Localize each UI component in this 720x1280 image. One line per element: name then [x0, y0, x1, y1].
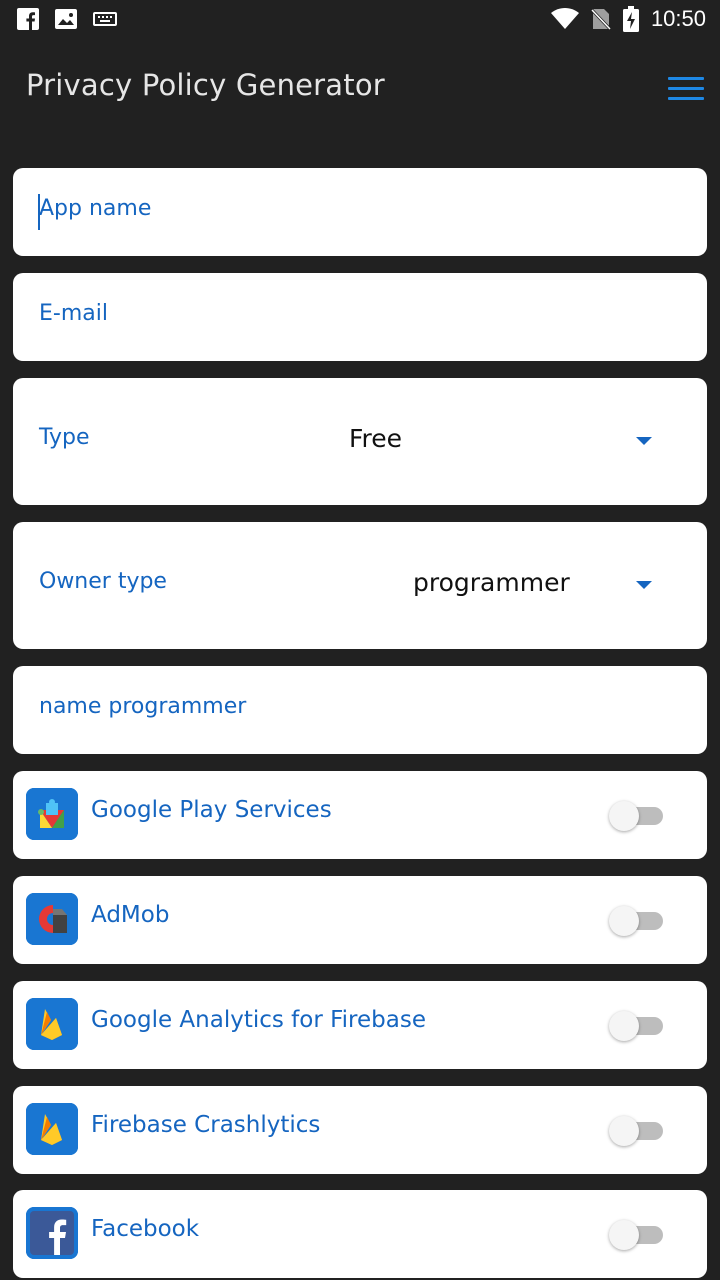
service-row-admob: AdMob [13, 876, 707, 964]
service-label: AdMob [91, 902, 170, 928]
owner-type-label: Owner type [39, 569, 167, 594]
hamburger-menu-icon[interactable] [668, 75, 704, 103]
name-programmer-field[interactable]: name programmer [13, 666, 707, 754]
toggle-switch[interactable] [609, 798, 665, 832]
service-row-google-play-services: Google Play Services [13, 771, 707, 859]
service-label: Google Analytics for Firebase [91, 1007, 426, 1033]
service-label: Facebook [91, 1216, 200, 1242]
toggle-switch[interactable] [609, 903, 665, 937]
google-play-services-icon [26, 788, 78, 840]
email-field[interactable]: E-mail [13, 273, 707, 361]
status-bar: 10:50 [0, 0, 720, 40]
keyboard-icon [93, 11, 117, 27]
wifi-icon [550, 8, 579, 30]
clock-time: 10:50 [650, 6, 706, 31]
owner-type-dropdown-card: Owner type programmer [13, 522, 707, 649]
email-placeholder: E-mail [39, 301, 108, 326]
no-sim-icon [590, 7, 611, 31]
toggle-switch[interactable] [609, 1217, 665, 1251]
service-row-firebase-crashlytics: Firebase Crashlytics [13, 1086, 707, 1174]
image-icon [55, 9, 77, 29]
firebase-icon [26, 998, 78, 1050]
type-select[interactable]: Free [349, 424, 402, 453]
facebook-icon [26, 1207, 78, 1259]
toggle-switch[interactable] [609, 1008, 665, 1042]
battery-charging-icon [622, 6, 639, 32]
app-name-field[interactable]: App name [13, 168, 707, 256]
toggle-switch[interactable] [609, 1113, 665, 1147]
owner-type-select[interactable]: programmer [413, 568, 570, 597]
chevron-down-icon[interactable] [636, 437, 652, 445]
app-title: Privacy Policy Generator [26, 68, 385, 102]
app-name-placeholder: App name [39, 196, 152, 221]
service-row-facebook: Facebook [13, 1190, 707, 1278]
firebase-icon [26, 1103, 78, 1155]
chevron-down-icon[interactable] [636, 581, 652, 589]
type-dropdown-card: Type Free [13, 378, 707, 505]
admob-icon [26, 893, 78, 945]
service-label: Firebase Crashlytics [91, 1112, 321, 1138]
facebook-icon [17, 8, 39, 30]
service-label: Google Play Services [91, 797, 332, 823]
app-bar: Privacy Policy Generator [0, 40, 720, 132]
service-row-google-analytics-firebase: Google Analytics for Firebase [13, 981, 707, 1069]
type-label: Type [39, 425, 90, 450]
name-programmer-placeholder: name programmer [39, 694, 247, 719]
